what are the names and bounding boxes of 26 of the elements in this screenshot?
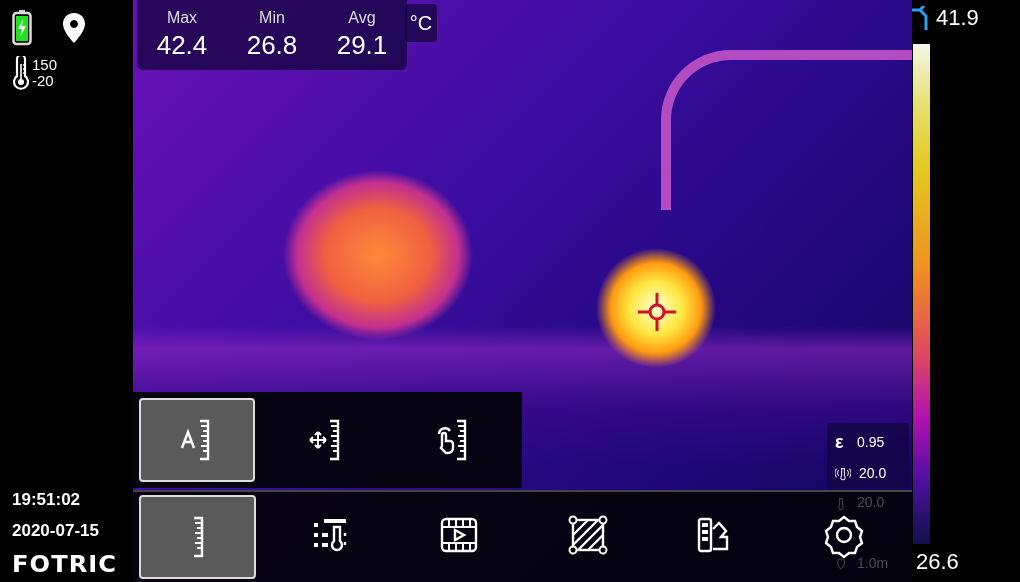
stat-label: Max: [166, 8, 198, 28]
scale-max: 41.9: [935, 6, 979, 30]
date-text: 2020-07-15: [12, 521, 100, 541]
stat-value: 26.8: [246, 29, 298, 62]
clock-time: 19:51:02: [12, 490, 82, 510]
param-value: 20.0: [859, 463, 887, 483]
unit-label[interactable]: °C: [405, 4, 437, 42]
ruler-auto-button[interactable]: [139, 398, 255, 482]
ruler-button[interactable]: [139, 495, 256, 579]
param-value: 0.95: [857, 432, 885, 452]
param-value: 1.0m: [857, 554, 889, 573]
stat-label: Min: [259, 8, 285, 28]
crosshair-icon: [638, 293, 676, 331]
ruler-move-icon: [307, 418, 342, 462]
brand-logo: FOTRIC: [12, 552, 119, 576]
settings-icon: [824, 515, 864, 559]
stat-value: 29.1: [336, 29, 388, 62]
location-pin-icon: [62, 12, 86, 44]
param-value: 20.0: [857, 493, 885, 512]
emissivity-symbol: ε: [835, 430, 845, 454]
scale-min: 26.6: [915, 550, 960, 574]
range-high: 150: [32, 57, 58, 73]
range-low: -20: [32, 73, 55, 89]
thermometer-icon: [12, 56, 30, 90]
stat-value: 42.4: [156, 29, 208, 62]
stat-label: Avg: [348, 8, 376, 28]
